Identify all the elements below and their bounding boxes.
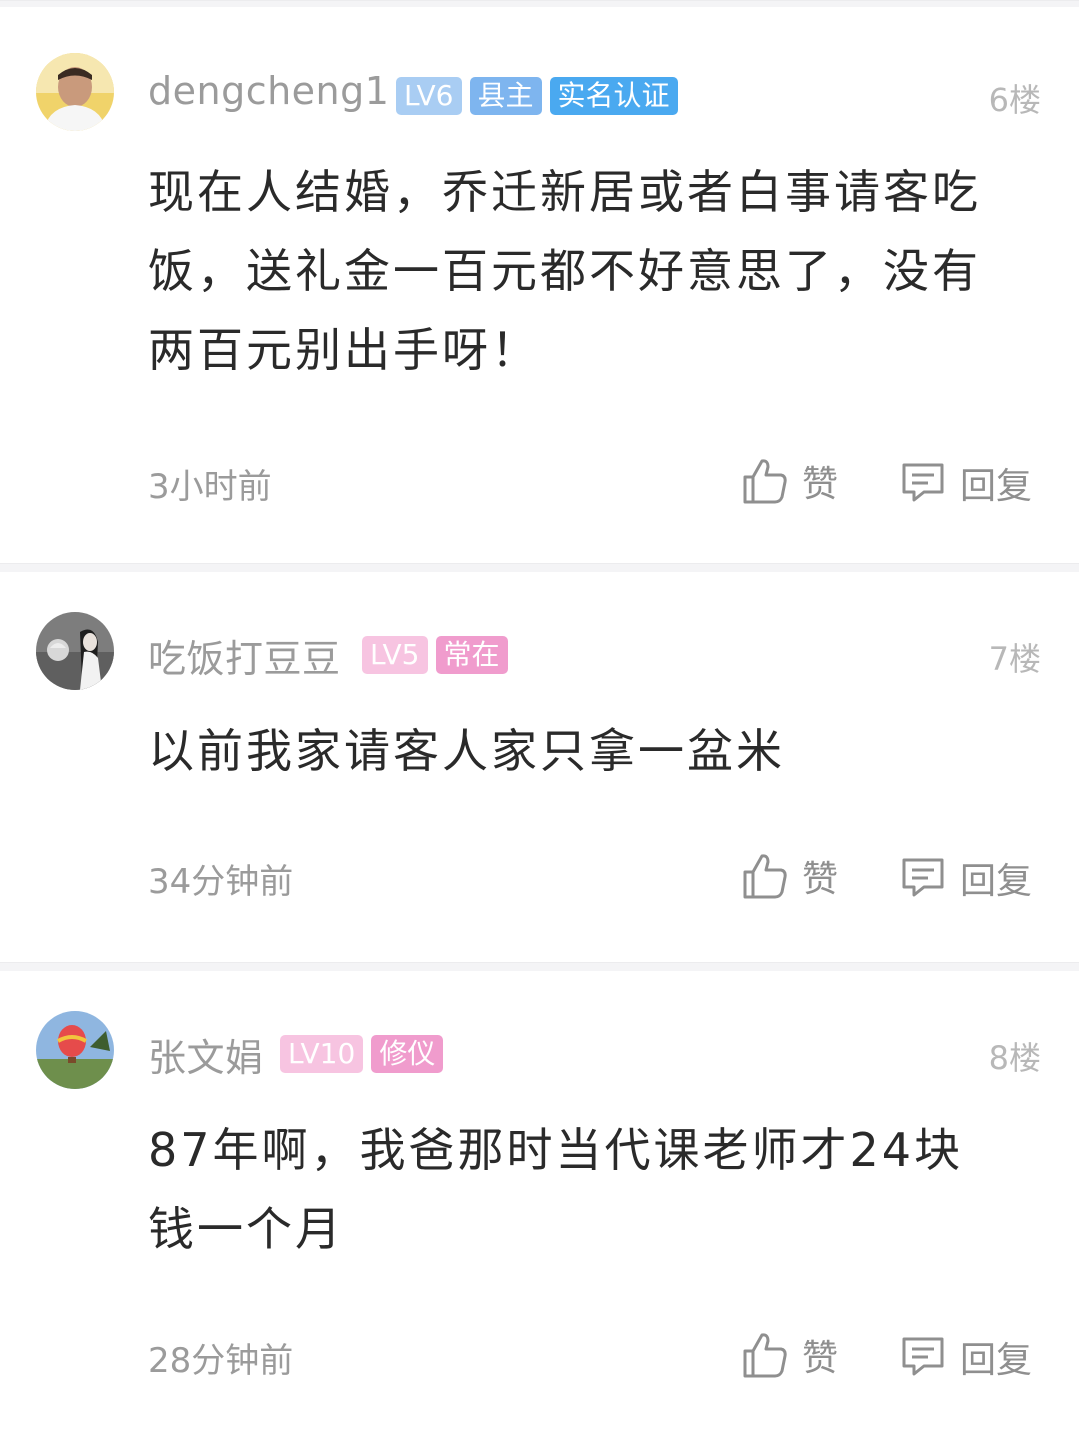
title-badge: 修仪	[371, 1035, 444, 1073]
badge-list: LV5 常在	[362, 636, 508, 674]
avatar[interactable]	[36, 53, 114, 131]
reply-label: 回复	[960, 861, 1033, 902]
comment-divider	[0, 962, 1079, 971]
verified-badge: 实名认证	[549, 77, 678, 115]
level-badge: LV10	[280, 1035, 364, 1073]
reply-button[interactable]: 回复	[900, 852, 1032, 904]
comment-item: dengcheng1 LV6 县主 实名认证 6楼 现在人结婚，乔迁新居或者白事…	[0, 7, 1079, 563]
username[interactable]: 张文娟	[148, 1027, 264, 1082]
like-button[interactable]: 赞	[742, 455, 838, 507]
comment-bubble-icon	[902, 463, 944, 502]
reply-button[interactable]: 回复	[900, 1331, 1032, 1383]
level-badge: LV6	[396, 77, 462, 115]
thumbs-up-icon	[743, 854, 787, 899]
timestamp: 34分钟前	[148, 862, 294, 902]
comment-text: 87年啊，我爸那时当代课老师才24块钱一个月	[148, 1123, 964, 1256]
thumbs-up-icon	[743, 459, 787, 504]
username[interactable]: 吃饭打豆豆	[148, 628, 341, 683]
avatar[interactable]	[36, 1011, 114, 1089]
title-badge: 常在	[435, 636, 508, 674]
comment-bubble-icon	[902, 858, 944, 897]
like-button[interactable]: 赞	[742, 1329, 838, 1381]
floor-number: 8楼	[988, 1039, 1041, 1077]
comment-bubble-icon	[902, 1337, 944, 1376]
reply-label: 回复	[960, 1340, 1033, 1381]
timestamp: 3小时前	[148, 467, 272, 507]
badge-list: LV10 修仪	[280, 1035, 444, 1073]
comment-text: 以前我家请客人家只拿一盆米	[148, 724, 785, 778]
like-label: 赞	[802, 1338, 839, 1379]
comment-item: 吃饭打豆豆 LV5 常在 7楼 以前我家请客人家只拿一盆米 34分钟前 赞 回复	[0, 572, 1079, 962]
top-divider	[0, 0, 1079, 7]
floor-number: 7楼	[988, 640, 1041, 678]
avatar[interactable]	[36, 612, 114, 690]
floor-number: 6楼	[988, 81, 1041, 119]
thumbs-up-icon	[743, 1333, 787, 1378]
reply-button[interactable]: 回复	[900, 457, 1032, 509]
comment-divider	[0, 563, 1079, 572]
like-button[interactable]: 赞	[742, 850, 838, 902]
level-badge: LV5	[362, 636, 428, 674]
username[interactable]: dengcheng1	[148, 69, 389, 113]
comment-text: 现在人结婚，乔迁新居或者白事请客吃饭，送礼金一百元都不好意思了，没有两百元别出手…	[148, 165, 981, 377]
like-label: 赞	[802, 464, 839, 505]
like-label: 赞	[802, 859, 839, 900]
title-badge: 县主	[469, 77, 542, 115]
timestamp: 28分钟前	[148, 1341, 294, 1381]
comment-item: 张文娟 LV10 修仪 8楼 87年啊，我爸那时当代课老师才24块钱一个月 28…	[0, 971, 1079, 1441]
badge-list: LV6 县主 实名认证	[396, 77, 678, 115]
reply-label: 回复	[960, 466, 1033, 507]
